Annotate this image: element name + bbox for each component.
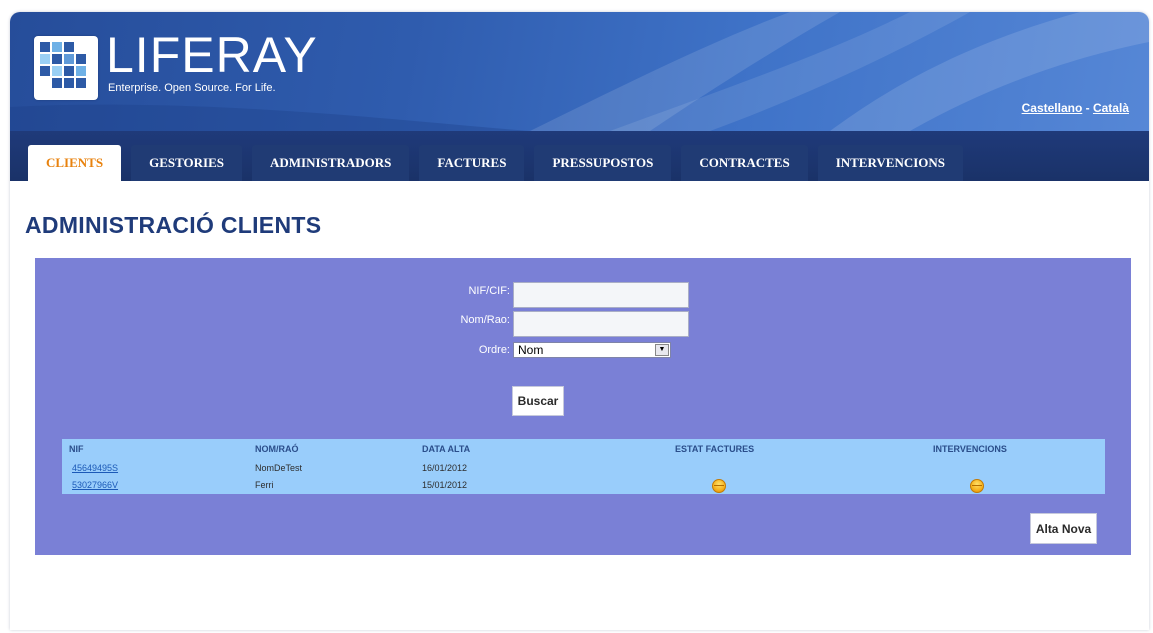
column-header-nom: NOM/RAÓ (255, 444, 299, 454)
tab-intervencions[interactable]: INTERVENCIONS (817, 145, 964, 181)
nom-cell: Ferri (255, 480, 274, 490)
clients-table: NIF NOM/RAÓ DATA ALTA ESTAT FACTURES INT… (62, 439, 1105, 494)
column-header-estat-factures: ESTAT FACTURES (675, 444, 755, 454)
column-header-intervencions: INTERVENCIONS (933, 444, 1007, 454)
logo-tagline: Enterprise. Open Source. For Life. (108, 82, 276, 94)
factures-status-icon[interactable] (712, 479, 726, 493)
nif-link[interactable]: 45649495S (72, 463, 118, 473)
tab-administradors[interactable]: ADMINISTRADORS (252, 145, 410, 181)
order-select-value: Nom (518, 343, 544, 357)
nom-label: Nom/Rao: (460, 314, 510, 326)
client-search-panel: NIF/CIF: Nom/Rao: Ordre: Nom ▼ Buscar NI… (35, 258, 1131, 555)
order-label: Ordre: (478, 344, 510, 356)
chevron-down-icon[interactable]: ▼ (655, 344, 669, 356)
lang-separator: - (1082, 101, 1093, 115)
nif-input[interactable] (513, 282, 689, 308)
order-select[interactable]: Nom ▼ (513, 342, 671, 358)
main-navigation: CLIENTS GESTORIES ADMINISTRADORS FACTURE… (10, 131, 1149, 181)
tab-clients[interactable]: CLIENTS (28, 145, 122, 181)
intervencions-status-icon[interactable] (970, 479, 984, 493)
search-button[interactable]: Buscar (512, 386, 564, 416)
data-alta-cell: 15/01/2012 (422, 480, 468, 490)
header-banner: LIFERAY Enterprise. Open Source. For Lif… (10, 12, 1149, 131)
page-title: ADMINISTRACIÓ CLIENTS (25, 212, 322, 238)
tab-factures[interactable]: FACTURES (419, 145, 525, 181)
lang-link-castellano[interactable]: Castellano (1022, 101, 1083, 115)
column-header-nif: NIF (69, 444, 84, 454)
tab-pressupostos[interactable]: PRESSUPOSTOS (534, 145, 672, 181)
page-frame: LIFERAY Enterprise. Open Source. For Lif… (10, 12, 1149, 630)
tab-contractes[interactable]: CONTRACTES (681, 145, 808, 181)
language-switcher: Castellano - Català (1022, 101, 1129, 115)
column-header-data-alta: DATA ALTA (422, 444, 471, 454)
nom-input[interactable] (513, 311, 689, 337)
alta-nova-button[interactable]: Alta Nova (1030, 513, 1097, 544)
nom-cell: NomDeTest (255, 463, 303, 473)
lang-link-catala[interactable]: Català (1093, 101, 1129, 115)
data-alta-cell: 16/01/2012 (422, 463, 468, 473)
tab-gestories[interactable]: GESTORIES (131, 145, 242, 181)
logo-wordmark: LIFERAY (106, 27, 318, 83)
nif-link[interactable]: 53027966V (72, 480, 118, 490)
nif-label: NIF/CIF: (468, 285, 510, 297)
logo-mark-icon (34, 36, 98, 100)
